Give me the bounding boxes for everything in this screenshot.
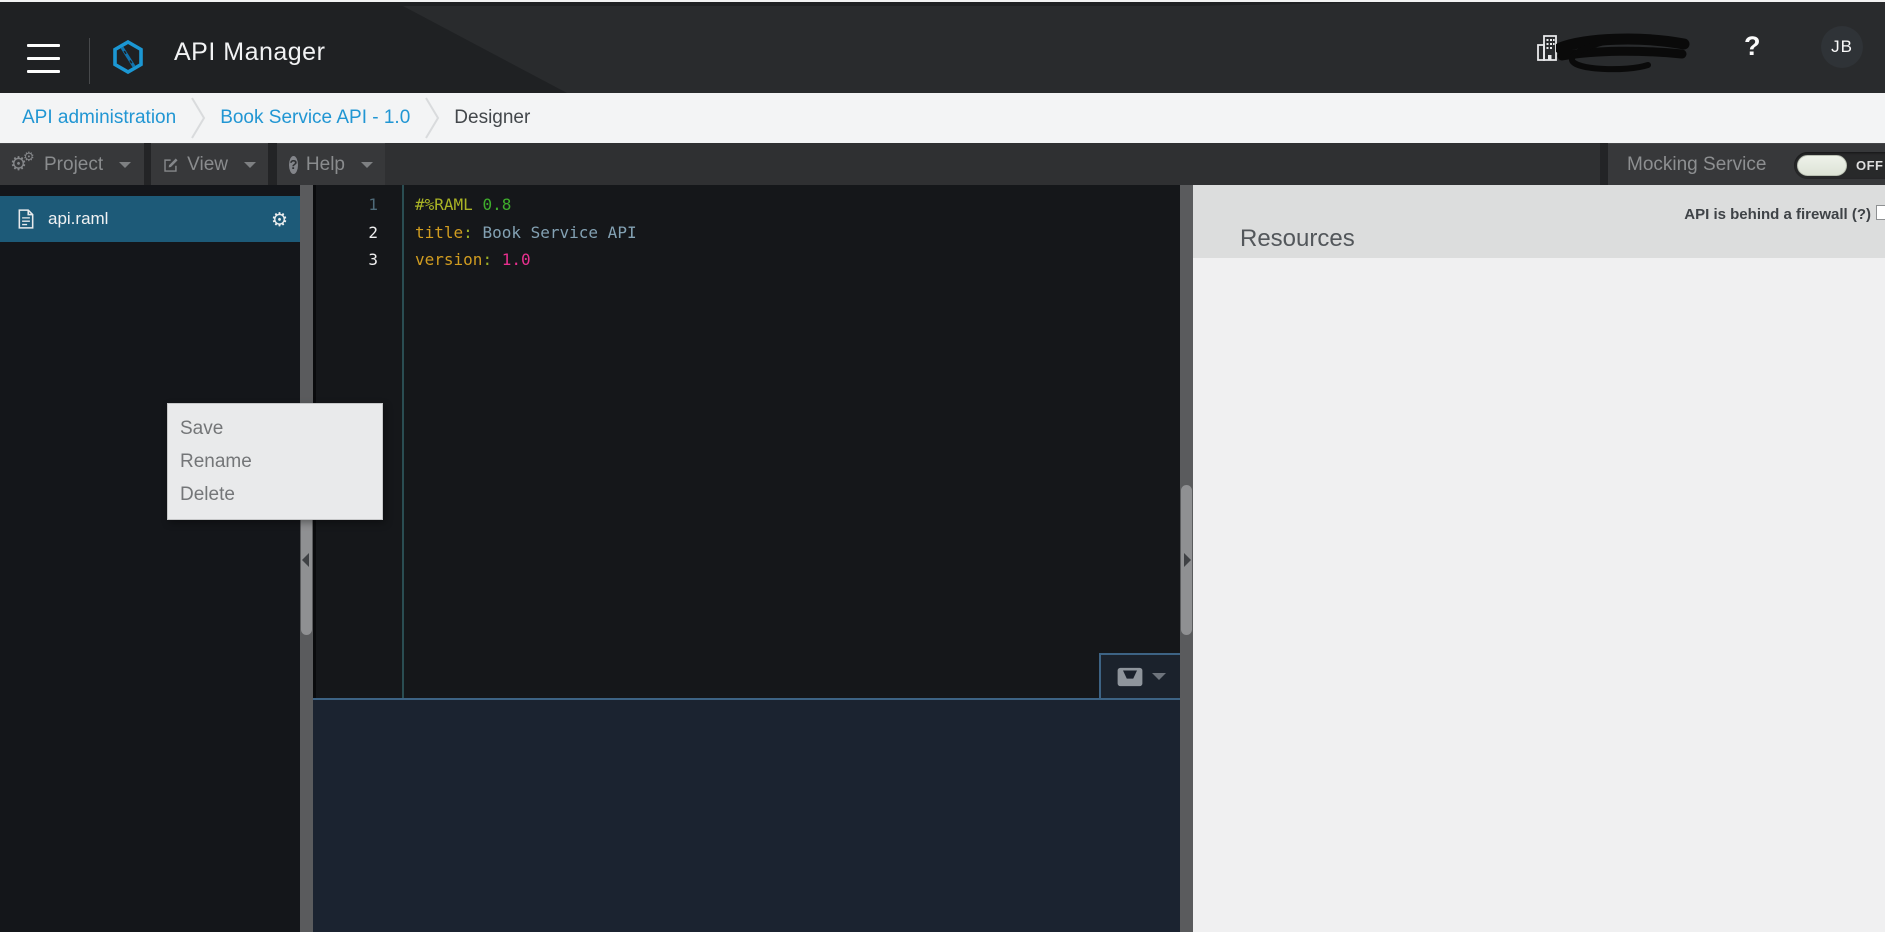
code-line[interactable]: #%RAML 0.8 [415,191,637,219]
chevron-left-icon[interactable] [302,553,309,567]
resources-panel: Resources API is behind a firewall (?) [1193,185,1885,932]
breadcrumb-separator-icon [425,97,440,139]
mulesoft-logo-icon [113,40,143,74]
breadcrumb-book-service-api[interactable]: Book Service API - 1.0 [220,107,410,129]
gears-icon: ⚙ ⚙ [10,148,35,175]
code-line[interactable]: version: 1.0 [415,246,637,274]
line-number: 1 [368,195,378,214]
firewall-label: API is behind a firewall (?) [1684,206,1871,223]
resources-title: Resources [1240,225,1355,252]
toolbar-gap [268,143,277,185]
context-menu-rename[interactable]: Rename [168,445,382,478]
help-circle-icon: ? [289,155,298,174]
document-icon [18,209,34,229]
user-avatar[interactable]: JB [1821,26,1863,68]
file-gear-icon[interactable]: ⚙ [271,209,288,232]
file-sidebar: api.raml ⚙ [0,185,300,932]
mocking-service-section: Mocking Service OFF [1608,143,1885,185]
chevron-down-icon [119,161,132,168]
app-title: API Manager [174,38,326,66]
header-divider [89,38,90,84]
breadcrumb: API administration Book Service API - 1.… [0,93,1885,143]
mocking-service-toggle[interactable]: OFF [1794,152,1885,179]
left-splitter[interactable] [300,185,313,932]
help-menu-label: Help [305,153,345,175]
header-top-line [0,0,1885,2]
chevron-down-icon [244,161,256,168]
chevron-down-icon [361,161,373,168]
context-menu-delete[interactable]: Delete [168,478,382,511]
code-line[interactable]: title: Book Service API [415,219,637,247]
tray-icon [1117,667,1142,686]
edit-icon [164,158,178,172]
mocking-service-label: Mocking Service [1627,154,1767,175]
toggle-state-label: OFF [1856,158,1884,173]
app-header: API Manager ? JB [0,0,1885,93]
file-row-api-raml[interactable]: api.raml ⚙ [0,196,300,242]
help-menu-button[interactable]: ? Help [277,143,385,185]
file-context-menu: Save Rename Delete [167,403,383,520]
console-panel [313,698,1180,932]
redacted-org-name-scribble [1556,33,1690,73]
raml-code-editor[interactable]: 1 2 3 #%RAML 0.8 title: Book Service API ver… [313,185,1180,698]
project-menu-button[interactable]: ⚙ ⚙ Project [0,143,144,185]
project-menu-label: Project [44,153,104,175]
breadcrumb-designer: Designer [454,107,531,128]
breadcrumb-api-administration[interactable]: API administration [22,107,176,129]
gutter-divider [402,185,404,698]
organization-building-icon[interactable] [1536,34,1558,62]
toolbar-gap [144,143,151,185]
toggle-knob [1797,155,1847,176]
main-area: api.raml ⚙ 1 2 3 #%RAML 0.8 title: Book Ser… [0,185,1885,932]
toolbar-gap [1600,143,1608,185]
line-number: 3 [368,250,378,269]
chevron-down-icon [1151,673,1166,680]
file-name-label: api.raml [48,209,109,228]
line-number: 2 [368,222,378,242]
line-number-gutter: 1 2 3 [316,185,386,274]
hamburger-menu-icon[interactable] [27,44,60,73]
view-menu-button[interactable]: View [151,143,268,185]
designer-toolbar: ⚙ ⚙ Project View ? Help Mocking Service O… [0,143,1885,185]
chevron-right-icon[interactable] [1184,553,1191,567]
export-tray-button[interactable] [1099,653,1180,698]
breadcrumb-separator-icon [191,97,206,139]
right-splitter[interactable] [1180,185,1193,932]
firewall-checkbox[interactable] [1876,205,1885,220]
view-menu-label: View [187,153,228,175]
resources-panel-header: Resources API is behind a firewall (?) [1193,185,1885,258]
context-menu-save[interactable]: Save [168,412,382,445]
code-content[interactable]: #%RAML 0.8 title: Book Service API version… [415,185,637,274]
api-designer-app: API Manager ? JB API administration Book… [0,0,1885,932]
help-icon[interactable]: ? [1744,31,1761,62]
